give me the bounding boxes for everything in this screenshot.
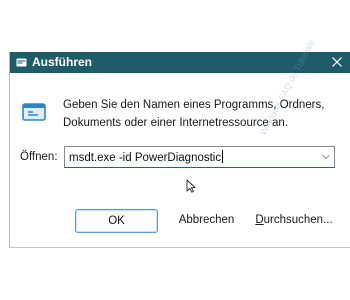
mouse-cursor-icon [186, 179, 196, 193]
chevron-down-icon[interactable] [322, 154, 330, 160]
run-dialog-icon [16, 58, 27, 67]
description-text: Geben Sie den Namen eines Programms, Ord… [63, 99, 325, 129]
close-button[interactable] [326, 52, 348, 73]
browse-button[interactable]: Durchsuchen... [254, 209, 334, 233]
page: Ausführen Geben Sie den Namen eines Prog… [0, 0, 350, 300]
open-combobox[interactable]: msdt.exe -id PowerDiagnostic [64, 146, 335, 168]
title-bar[interactable]: Ausführen [10, 52, 350, 73]
close-icon [332, 57, 342, 67]
ok-button[interactable]: OK [75, 209, 158, 233]
text-caret [222, 150, 224, 163]
cancel-button[interactable]: Abbrechen [170, 209, 243, 233]
open-input-value[interactable]: msdt.exe -id PowerDiagnostic [69, 150, 224, 164]
run-dialog: Ausführen Geben Sie den Namen eines Prog… [9, 38, 350, 248]
open-label: Öffnen: [20, 151, 58, 163]
browse-mnemonic: D [255, 214, 264, 226]
window-title: Ausführen [32, 55, 92, 69]
browse-label: urchsuchen... [263, 214, 333, 226]
run-icon [22, 103, 46, 121]
